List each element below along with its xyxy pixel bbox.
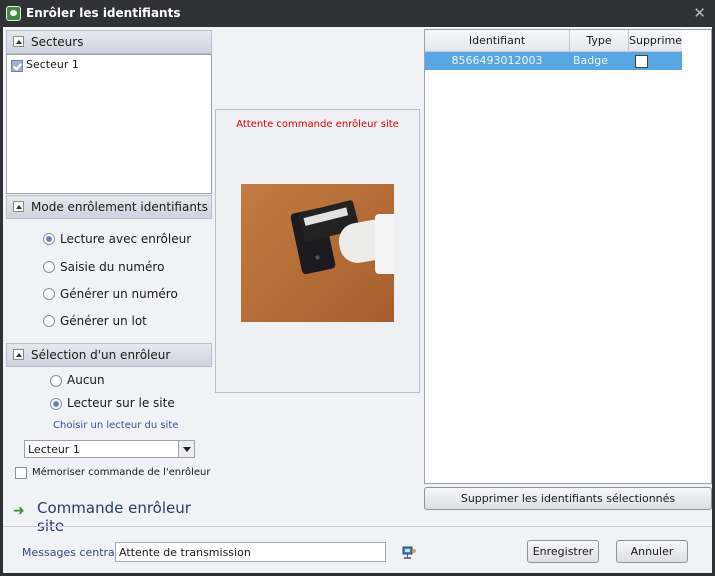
cell-identifiant: 8566493012003 bbox=[451, 54, 543, 67]
column-header-identifiant[interactable]: Identifiant bbox=[425, 34, 569, 47]
mode-header[interactable]: Mode enrôlement identifiants bbox=[6, 195, 212, 219]
mode-radio-generate[interactable] bbox=[43, 288, 55, 300]
mode-radio-batch[interactable] bbox=[43, 315, 55, 327]
network-icon[interactable] bbox=[402, 545, 417, 560]
window-title: Enrôler les identifiants bbox=[26, 6, 181, 20]
messages-value: Attente de transmission bbox=[119, 546, 251, 559]
enroller-option-label: Aucun bbox=[67, 373, 105, 387]
enroller-command-link[interactable]: ➜ Commande enrôleur site bbox=[13, 497, 213, 535]
collapse-icon[interactable] bbox=[13, 349, 24, 360]
dialog-body: Secteurs Secteur 1 Mode enrôlement ident… bbox=[3, 27, 712, 573]
mode-header-label: Mode enrôlement identifiants bbox=[31, 200, 208, 214]
sector-label: Secteur 1 bbox=[26, 58, 79, 71]
enroller-radio-none[interactable] bbox=[50, 375, 62, 387]
arrow-right-icon: ➜ bbox=[13, 503, 25, 519]
chevron-down-icon[interactable] bbox=[178, 441, 194, 457]
delete-selected-button[interactable]: Supprimer les identifiants sélectionnés bbox=[424, 487, 712, 510]
enroller-header-label: Sélection d'un enrôleur bbox=[31, 348, 171, 362]
table-header: Identifiant Type Supprime bbox=[425, 30, 682, 52]
title-bar: Enrôler les identifiants ✕ bbox=[0, 0, 715, 27]
mode-option-label: Générer un numéro bbox=[60, 287, 178, 301]
memorize-checkbox[interactable] bbox=[15, 467, 27, 479]
mode-option-label: Générer un lot bbox=[60, 314, 147, 328]
messages-field: Attente de transmission bbox=[115, 542, 386, 562]
enroll-status-text: Attente commande enrôleur site bbox=[236, 119, 399, 130]
mode-radio-reader[interactable] bbox=[43, 233, 55, 245]
divider bbox=[3, 526, 712, 527]
enroller-header[interactable]: Sélection d'un enrôleur bbox=[6, 343, 212, 367]
enroll-dialog: Enrôler les identifiants ✕ Secteurs Sect… bbox=[0, 0, 715, 576]
enroller-radio-site-reader[interactable] bbox=[50, 398, 62, 410]
choose-reader-label: Choisir un lecteur du site bbox=[53, 420, 179, 431]
sectors-header[interactable]: Secteurs bbox=[6, 30, 212, 54]
collapse-icon[interactable] bbox=[13, 201, 24, 212]
cancel-button[interactable]: Annuler bbox=[616, 540, 688, 563]
save-button[interactable]: Enregistrer bbox=[527, 540, 599, 563]
column-header-supprime[interactable]: Supprime bbox=[629, 34, 682, 47]
table-row[interactable]: 8566493012003 Badge bbox=[425, 52, 682, 70]
enroller-option-label: Lecteur sur le site bbox=[67, 396, 175, 410]
mode-option-label: Lecture avec enrôleur bbox=[60, 232, 192, 246]
cell-type: Badge bbox=[573, 54, 609, 67]
badge-reader-image bbox=[241, 184, 394, 322]
sectors-header-label: Secteurs bbox=[31, 35, 84, 49]
identifiers-table: Identifiant Type Supprime 8566493012003 … bbox=[424, 29, 712, 484]
column-header-type[interactable]: Type bbox=[570, 34, 628, 47]
sleeve bbox=[375, 214, 394, 274]
memorize-label: Mémoriser commande de l'enrôleur bbox=[32, 467, 211, 478]
mode-option-label: Saisie du numéro bbox=[60, 260, 165, 274]
collapse-icon[interactable] bbox=[13, 36, 24, 47]
sectors-list: Secteur 1 bbox=[6, 54, 212, 194]
app-icon bbox=[6, 6, 21, 21]
reader-select-value: Lecteur 1 bbox=[28, 443, 80, 456]
sector-checkbox[interactable] bbox=[11, 60, 23, 72]
command-label: Commande enrôleur site bbox=[37, 499, 191, 535]
reader-select[interactable]: Lecteur 1 bbox=[24, 440, 195, 458]
mode-radio-manual[interactable] bbox=[43, 261, 55, 273]
enroll-status-panel: Attente commande enrôleur site bbox=[215, 109, 420, 393]
close-icon[interactable]: ✕ bbox=[693, 4, 706, 22]
delete-checkbox[interactable] bbox=[635, 55, 648, 68]
